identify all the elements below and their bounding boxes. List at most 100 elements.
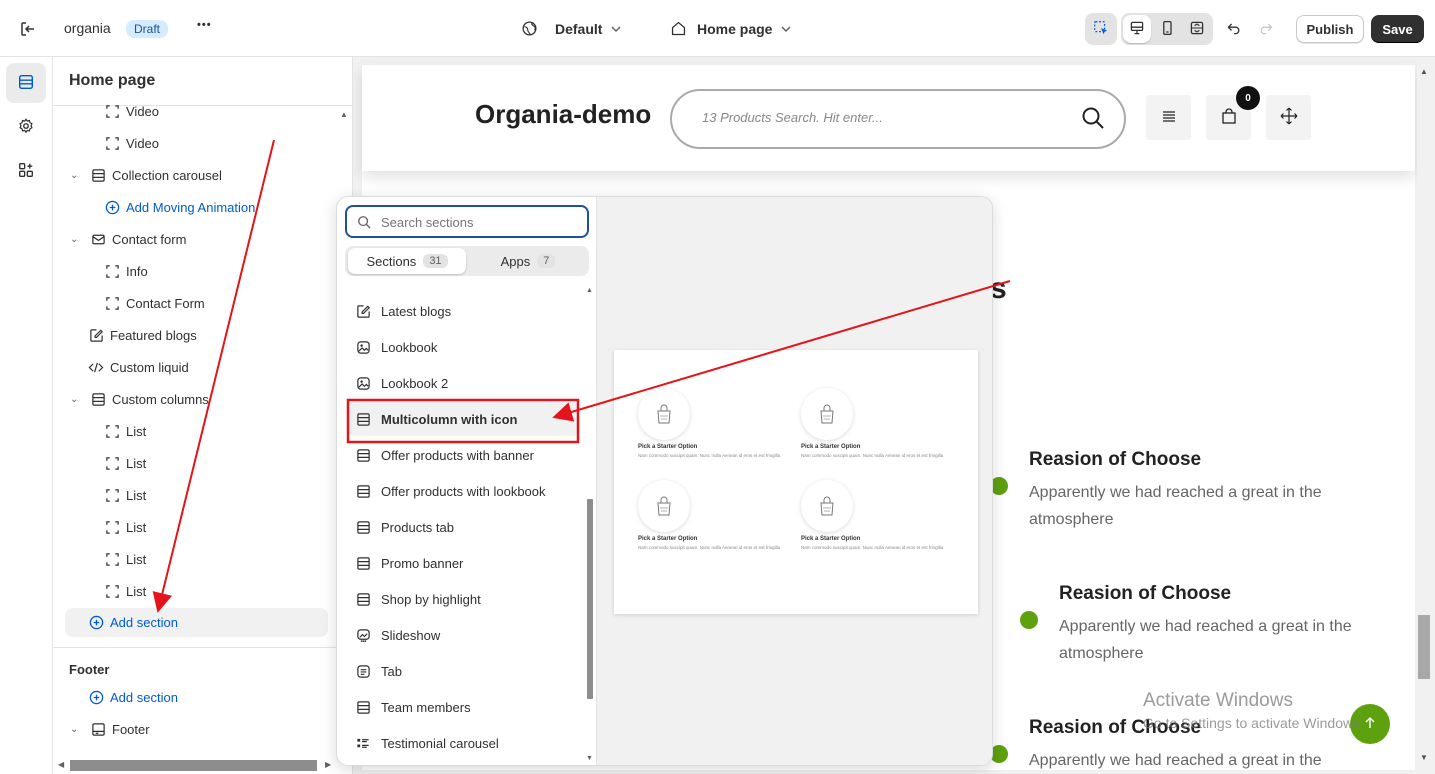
group-divider [53,647,352,648]
block-icon [104,487,120,503]
scrollbar-thumb[interactable] [1418,615,1430,679]
store-header: Organia-demo 13 Products Search. Hit ent… [362,65,1415,171]
scroll-right-arrow[interactable]: ▶ [325,760,331,769]
section-option[interactable]: Lookbook 2 [347,366,579,400]
theme-select[interactable]: Default [548,21,621,37]
editor-rail [0,57,53,774]
theme-select-label: Default [555,21,603,37]
plus-circle-icon [104,199,120,215]
sections-nav-button[interactable] [6,63,46,103]
tab-sections[interactable]: Sections 31 [348,248,466,274]
publish-button[interactable]: Publish [1296,15,1364,43]
section-option[interactable]: Slideshow [347,618,579,652]
block-item[interactable]: List [104,577,146,605]
inspector-toggle[interactable] [1085,13,1117,45]
section-preview-pane: Pick a Starter Option Nam commodo suscipi… [596,197,992,765]
fullscreen-view-button[interactable] [1183,15,1211,43]
fullscreen-icon [1189,20,1205,39]
block-item[interactable]: List [104,481,146,509]
tree-item-label: Info [126,263,148,279]
hamburger-icon [1162,109,1176,126]
add-section-button[interactable]: Add section [65,608,328,637]
section-option[interactable]: Lookbook [347,330,579,364]
mobile-icon [1159,20,1175,39]
block-icon [104,583,120,599]
list-scrollbar[interactable]: ▲ ▼ [585,287,595,765]
section-item[interactable]: ⌄ Custom columns [70,385,209,413]
redo-button[interactable] [1254,17,1278,41]
chevron-down-icon[interactable]: ⌄ [70,234,82,245]
theme-settings-nav-button[interactable] [6,107,46,147]
plus-circle-icon [88,689,104,705]
section-option[interactable]: Products tab [347,510,579,544]
scroll-down-arrow[interactable]: ▼ [1420,753,1428,762]
scrollbar-thumb[interactable] [70,760,317,771]
section-icon [90,391,106,407]
undo-button[interactable] [1222,17,1246,41]
block-item[interactable]: Contact Form [104,289,205,317]
section-option[interactable]: Team members [347,690,579,724]
section-icon [355,411,371,427]
store-logo[interactable]: Organia-demo [475,99,651,130]
scroll-up-arrow[interactable]: ▲ [1420,67,1428,76]
section-option[interactable]: Offer products with banner [347,438,579,472]
section-option[interactable]: Tab [347,654,579,688]
scrollbar-thumb[interactable] [587,499,593,699]
block-item[interactable]: List [104,513,146,541]
block-item[interactable]: List [104,449,146,477]
section-option[interactable]: Offer products with lookbook [347,474,579,508]
apps-nav-button[interactable] [6,151,46,191]
section-item[interactable]: ⌄ Contact form [70,225,186,253]
menu-button[interactable] [1146,95,1191,140]
sections-icon [17,73,35,94]
save-button[interactable]: Save [1371,15,1424,43]
more-actions-button[interactable]: ••• [197,19,212,31]
scroll-left-arrow[interactable]: ◀ [58,760,64,769]
mail-icon [90,231,106,247]
slideshow-icon [355,627,371,643]
block-item[interactable]: Add Moving Animation [104,193,255,221]
section-option[interactable]: Promo banner [347,546,579,580]
preview-column-item: Pick a Starter Option Nam commodo suscipi… [638,480,798,550]
tree-item-label: Featured blogs [110,327,197,343]
section-item[interactable]: Custom liquid [88,353,189,381]
block-item[interactable]: List [104,417,146,445]
exit-icon[interactable] [18,19,38,39]
preview-column-text: Nam commodo suscipit quam. Nunc nulla Ae… [801,545,944,550]
section-icon [355,519,371,535]
move-button[interactable] [1266,95,1311,140]
section-option[interactable]: Latest blogs [347,294,579,328]
preview-scrollbar[interactable]: ▲ ▼ [1417,65,1435,770]
section-option[interactable]: Multicolumn with icon [347,402,579,436]
section-option[interactable]: Shop by highlight [347,582,579,616]
search-sections-field[interactable] [345,205,589,238]
footer-add-section-button[interactable]: Add section [88,683,178,711]
store-search-box[interactable]: 13 Products Search. Hit enter... [670,89,1126,149]
footer-section-item[interactable]: ⌄ Footer [70,715,150,743]
tab-apps[interactable]: Apps 7 [470,248,586,274]
desktop-view-button[interactable] [1123,15,1151,43]
mobile-view-button[interactable] [1153,15,1181,43]
block-item[interactable]: Video [104,97,159,125]
scroll-down-arrow[interactable]: ▼ [586,755,593,762]
search-sections-input[interactable] [381,213,581,231]
block-item[interactable]: List [104,545,146,573]
section-option-label: Latest blogs [381,303,452,319]
list-icon [355,735,371,751]
footer-icon [90,721,106,737]
section-item[interactable]: ⌄ Collection carousel [70,161,222,189]
search-icon[interactable] [1081,106,1105,133]
section-picker-popover: Sections 31 Apps 7 Latest blogs Lookbook L… [336,196,993,766]
chevron-down-icon[interactable]: ⌄ [70,394,82,405]
status-badge: Draft [126,20,169,38]
tree-item-label: List [126,583,147,599]
horizontal-scrollbar[interactable]: ◀ ▶ [53,757,352,774]
block-item[interactable]: Info [104,257,148,285]
section-option[interactable]: Testimonial carousel [347,726,579,760]
scroll-up-arrow[interactable]: ▲ [340,110,348,119]
scroll-up-arrow[interactable]: ▲ [586,287,593,294]
chevron-down-icon[interactable]: ⌄ [70,170,82,181]
section-item[interactable]: Featured blogs [88,321,197,349]
block-item[interactable]: Video [104,129,159,157]
page-select[interactable]: Home page [690,21,791,37]
